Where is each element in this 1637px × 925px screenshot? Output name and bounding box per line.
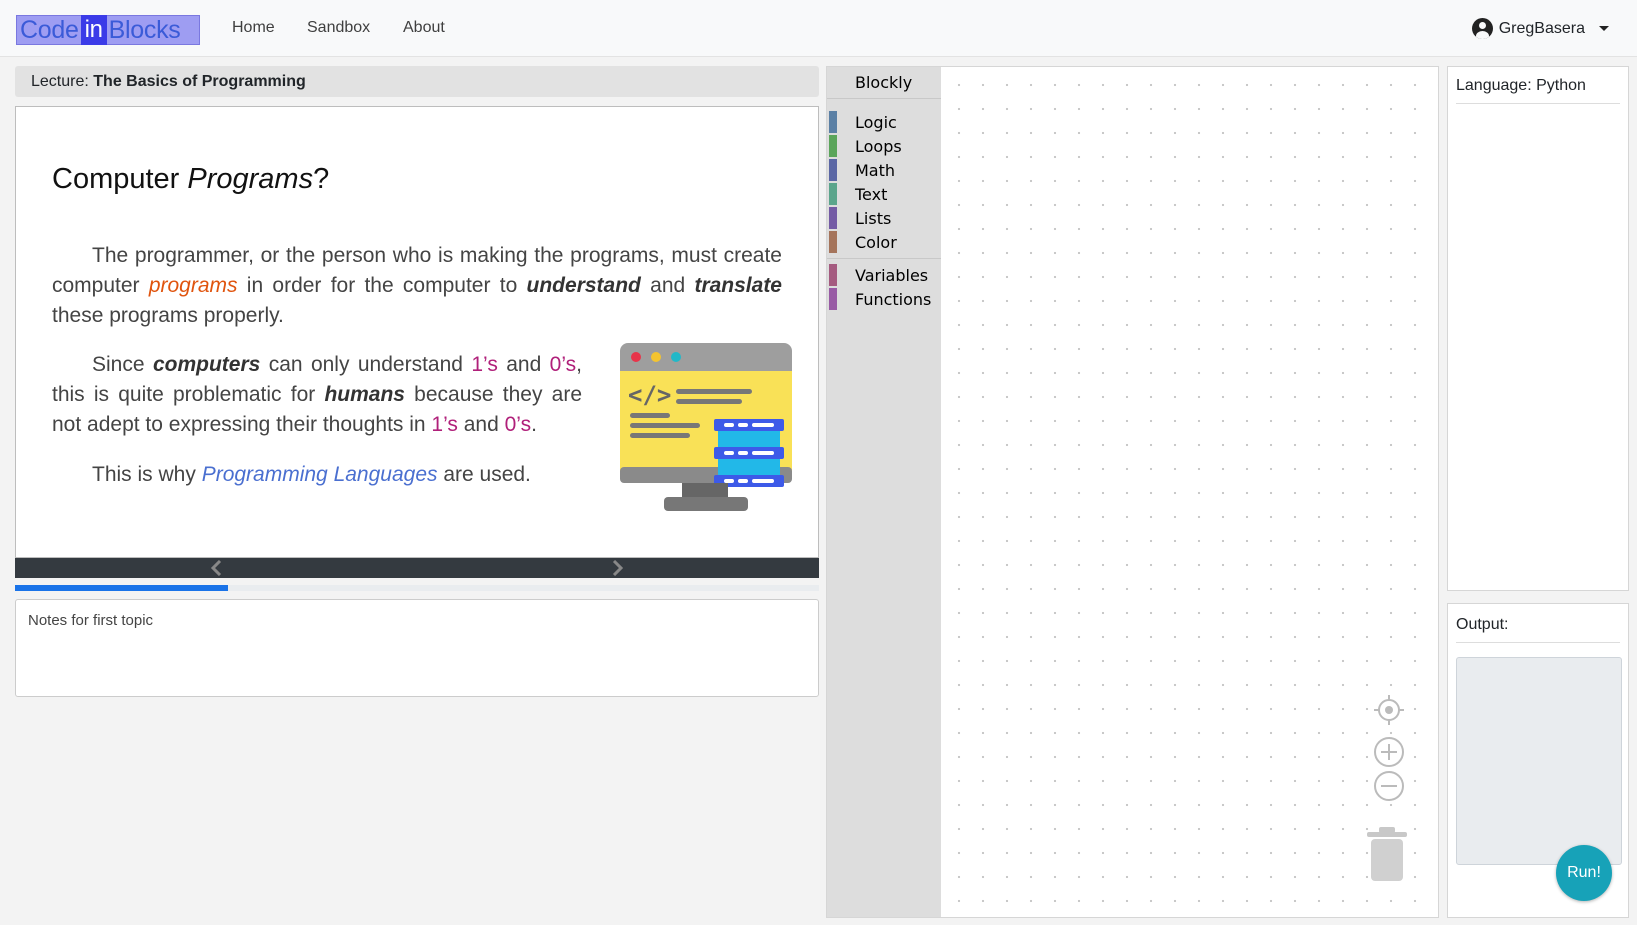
lecture-prefix: Lecture:	[31, 73, 89, 90]
p2-text-g: .	[531, 413, 537, 436]
category-color-swatch	[829, 231, 837, 253]
category-label: Loops	[855, 136, 902, 156]
slide-notes[interactable]: Notes for first topic	[15, 599, 819, 697]
computer-code-illustration-icon: </>	[620, 343, 792, 511]
user-name: GregBasera	[1498, 19, 1585, 37]
nav-home-link[interactable]: Home	[232, 19, 275, 37]
p1-text-c: and	[640, 274, 695, 297]
language-label: Language: Python	[1456, 77, 1620, 104]
user-avatar-icon	[1471, 18, 1493, 39]
toolbox-category-functions[interactable]: Functions	[829, 288, 939, 310]
next-slide-icon[interactable]	[610, 560, 624, 576]
p2-computers: computers	[152, 353, 261, 376]
toolbox-category-logic[interactable]: Logic	[829, 111, 939, 133]
recenter-icon[interactable]	[1373, 694, 1405, 726]
zoom-in-icon[interactable]	[1373, 736, 1405, 768]
lecture-title: The Basics of Programming	[93, 73, 306, 90]
slide-heading: Computer Programs?	[52, 163, 329, 196]
toolbox-divider	[827, 258, 941, 259]
user-menu[interactable]: GregBasera	[1471, 18, 1609, 39]
p1-text-d: these programs properly.	[52, 304, 284, 327]
category-color-swatch	[829, 159, 837, 181]
category-label: Math	[855, 160, 896, 180]
category-color-swatch	[829, 135, 837, 157]
toolbox-category-color[interactable]: Color	[829, 231, 939, 253]
dropdown-caret-icon	[1599, 26, 1609, 31]
brand-blocks: Blocks	[108, 15, 181, 44]
category-color-swatch	[829, 288, 837, 310]
toolbox-divider	[827, 98, 941, 99]
nav-sandbox-link[interactable]: Sandbox	[307, 19, 370, 37]
p2-humans: humans	[324, 383, 405, 406]
heading-italic: Programs	[187, 163, 314, 195]
p1-translate: translate	[694, 274, 782, 297]
slide-paragraph-1: The programmer, or the person who is mak…	[52, 241, 782, 331]
p2-zeros-1: 0’s	[549, 353, 577, 376]
nav-about-link[interactable]: About	[403, 19, 445, 37]
p2-ones-2: 1’s	[431, 413, 458, 436]
p2-text-a: Since	[92, 353, 153, 376]
zoom-out-icon[interactable]	[1373, 770, 1405, 802]
category-label: Lists	[855, 208, 892, 228]
category-label: Color	[855, 232, 897, 252]
p2-ones-1: 1’s	[471, 353, 498, 376]
slide-paragraph-3: This is why Programming Languages are us…	[52, 460, 582, 490]
lecture-header: Lecture: The Basics of Programming	[15, 66, 819, 97]
slide-view: Computer Programs? The programmer, or th…	[15, 106, 819, 558]
p3-text-b: are used.	[437, 463, 531, 486]
brand-logo[interactable]: Code in Blocks	[16, 15, 200, 45]
toolbox-category-text[interactable]: Text	[829, 183, 939, 205]
run-button[interactable]: Run!	[1556, 845, 1612, 901]
p2-text-c: and	[497, 353, 550, 376]
svg-text:</>: </>	[628, 381, 671, 409]
category-color-swatch	[829, 183, 837, 205]
p2-text-b: can only understand	[260, 353, 472, 376]
slide-paragraph-2: Since computers can only understand 1’s …	[52, 350, 582, 440]
toolbox-title: Blockly	[855, 73, 913, 92]
category-label: Logic	[855, 112, 897, 132]
language-panel: Language: Python	[1447, 66, 1629, 591]
blockly-editor: Blockly Logic Loops Math Text Lists Colo…	[826, 66, 1439, 918]
p2-zeros-2: 0’s	[504, 413, 532, 436]
category-label: Functions	[855, 289, 932, 309]
heading-end: ?	[313, 163, 330, 195]
slide-controls	[15, 558, 819, 578]
toolbox-category-math[interactable]: Math	[829, 159, 939, 181]
p1-understand: understand	[526, 274, 641, 297]
category-label: Variables	[855, 265, 929, 285]
brand-in: in	[80, 15, 107, 45]
toolbox-category-loops[interactable]: Loops	[829, 135, 939, 157]
p1-programs: programs	[148, 274, 238, 297]
toolbox-category-variables[interactable]: Variables	[829, 264, 939, 286]
blockly-workspace[interactable]	[941, 67, 1438, 917]
category-color-swatch	[829, 264, 837, 286]
p2-text-f: and	[457, 413, 505, 436]
category-color-swatch	[829, 207, 837, 229]
p3-programming-languages: Programming Languages	[201, 463, 438, 486]
output-console[interactable]	[1456, 657, 1622, 865]
category-color-swatch	[829, 111, 837, 133]
p3-text-a: This is why	[92, 463, 202, 486]
navbar: Code in Blocks Home Sandbox About GregBase…	[0, 0, 1637, 57]
toolbox-category-lists[interactable]: Lists	[829, 207, 939, 229]
slide-progress-bar	[15, 585, 819, 591]
brand-code: Code	[20, 15, 79, 44]
previous-slide-icon[interactable]	[210, 560, 224, 576]
trash-icon[interactable]	[1365, 827, 1409, 883]
category-label: Text	[855, 184, 888, 204]
heading-plain: Computer	[52, 163, 188, 195]
blockly-toolbox: Blockly Logic Loops Math Text Lists Colo…	[827, 67, 941, 917]
slide-progress-fill	[15, 585, 229, 591]
output-label: Output:	[1456, 616, 1620, 643]
p1-text-b: in order for the computer to	[237, 274, 527, 297]
